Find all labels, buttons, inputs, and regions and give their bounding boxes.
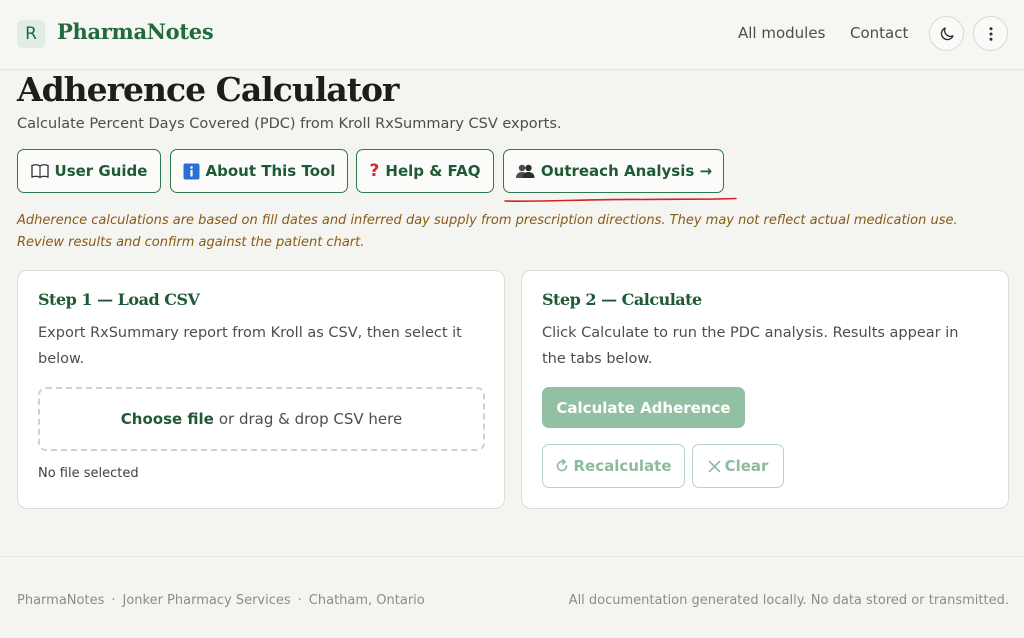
theme-toggle-button[interactable] [929,16,964,51]
step2-card: Step 2 — Calculate Click Calculate to ru… [521,270,1009,509]
recalculate-label: Recalculate [573,457,672,475]
clear-label: Clear [724,457,769,475]
help-faq-button[interactable]: ? Help & FAQ [356,149,494,193]
recalculate-button[interactable]: Recalculate [542,444,685,488]
footer-credits: PharmaNotes · Jonker Pharmacy Services · Cha… [17,593,425,608]
footer-location: Chatham, Ontario [308,593,425,608]
step1-card: Step 1 — Load CSV Export RxSummary repor… [17,270,505,509]
refresh-icon [557,459,568,472]
user-guide-button[interactable]: User Guide [17,149,161,193]
adherence-disclaimer: Adherence calculations are based on fill… [17,213,958,250]
step2-description: Click Calculate to run the PDC analysis.… [542,325,959,367]
footer-brand: PharmaNotes [17,593,105,608]
footer-privacy-note: All documentation generated locally. No … [568,593,1009,608]
outreach-analysis-button[interactable]: Outreach Analysis → [503,149,724,193]
top-header: R PharmaNotes All modules Contact [0,0,1024,70]
brand-name[interactable]: PharmaNotes [57,19,214,44]
about-tool-label: About This Tool [205,162,336,180]
footer-separator: · [297,593,302,608]
book-icon [30,164,49,179]
red-underline-annotation [504,197,737,203]
about-tool-button[interactable]: About This Tool [170,149,348,193]
footer-company: Jonker Pharmacy Services [122,593,291,608]
choose-file-link[interactable]: Choose file [121,410,214,428]
people-icon [515,164,535,178]
drop-hint: or drag & drop CSV here [218,410,403,428]
user-guide-label: User Guide [54,162,148,180]
step1-description: Export RxSummary report from Kroll as CS… [38,325,462,367]
clear-button[interactable]: Clear [692,444,784,488]
question-mark-icon: ? [369,161,380,181]
csv-dropzone[interactable]: Choose file or drag & drop CSV here [38,387,485,451]
page-title: Adherence Calculator [17,70,399,109]
nav-link-all-modules[interactable]: All modules [738,24,825,42]
info-icon [183,163,200,179]
page-subtitle: Calculate Percent Days Covered (PDC) fro… [17,116,562,132]
logo-letter: R [25,24,37,44]
footer-divider [0,556,1024,557]
step1-title: Step 1 — Load CSV [38,290,200,309]
footer-separator: · [111,593,116,608]
calculate-adherence-button[interactable]: Calculate Adherence [542,387,745,428]
step2-title: Step 2 — Calculate [542,290,702,309]
logo-icon[interactable]: R [17,20,45,48]
kebab-menu-icon [989,26,992,41]
help-faq-label: Help & FAQ [385,162,481,180]
outreach-analysis-label: Outreach Analysis → [540,162,713,180]
close-icon [708,460,720,472]
more-menu-button[interactable] [973,16,1008,51]
nav-link-contact[interactable]: Contact [850,24,908,42]
file-status: No file selected [38,466,139,481]
moon-icon [940,26,954,40]
